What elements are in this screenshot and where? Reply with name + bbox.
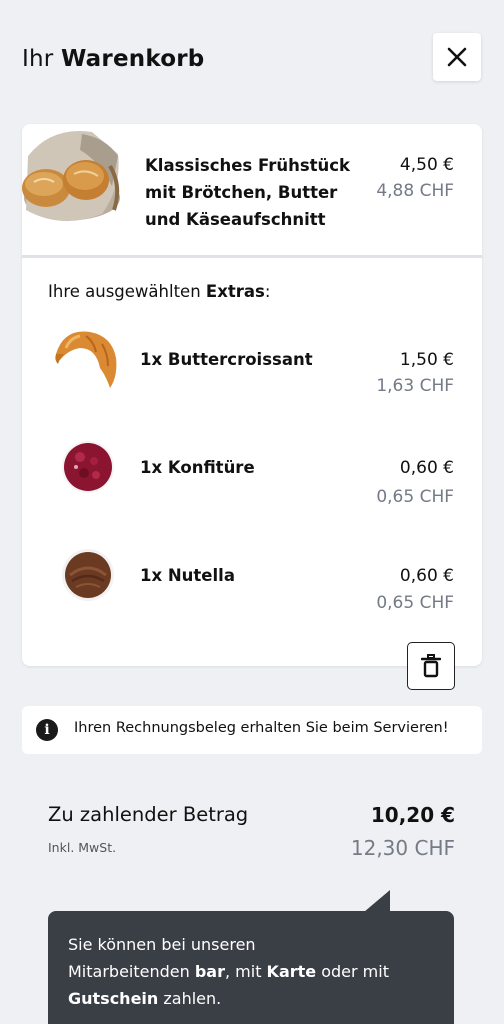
total-amount-chf: 12,30 CHF — [350, 836, 455, 860]
tooltip-line2: Mitarbeitenden bar, mit Karte oder mit — [68, 958, 434, 985]
extras-heading-prefix: Ihre ausgewählten — [48, 282, 201, 301]
extra-item-price-chf: 1,63 CHF — [376, 376, 454, 396]
extra-item-name: 1x Konfitüre — [140, 458, 255, 477]
cart-card: Klassisches Frühstück mit Brötchen, Butt… — [22, 124, 482, 666]
extras-heading-bold: Extras — [205, 282, 265, 301]
cart-main-item: Klassisches Frühstück mit Brötchen, Butt… — [22, 124, 482, 258]
extra-item-nutella: 1x Nutella 0,60 € 0,65 CHF — [22, 535, 482, 625]
extras-heading: Ihre ausgewählten Extras: — [48, 282, 270, 301]
title-main: Warenkorb — [60, 46, 205, 72]
main-item-name-line2: mit Brötchen, Butter — [145, 183, 338, 202]
croissant-image — [55, 331, 117, 388]
tooltip-bold-card: Karte — [266, 962, 317, 981]
extra-item-price-eur: 1,50 € — [399, 350, 454, 370]
extra-item-price-eur: 0,60 € — [399, 458, 454, 478]
total-label: Zu zahlender Betrag — [48, 803, 249, 826]
bread-basket-image — [22, 131, 120, 222]
tooltip-text: , mit — [224, 962, 267, 981]
trash-icon — [421, 654, 441, 678]
tooltip-line1: Sie können bei unseren — [68, 935, 256, 954]
extra-item-croissant: 1x Buttercroissant 1,50 € 1,63 CHF — [22, 320, 482, 410]
title-prefix: Ihr — [22, 46, 54, 72]
delete-button[interactable] — [407, 642, 455, 690]
main-item-name-line1: Klassisches Frühstück — [145, 156, 351, 175]
receipt-info-bar: i Ihren Rechnungsbeleg erhalten Sie beim… — [22, 706, 482, 754]
tooltip-text: Mitarbeitenden — [68, 962, 195, 981]
main-item-price-eur: 4,50 € — [399, 155, 454, 175]
extra-item-price-chf: 0,65 CHF — [376, 487, 454, 507]
tooltip-bold-voucher: Gutschein — [68, 989, 159, 1008]
total-amount-eur: 10,20 € — [370, 803, 455, 827]
extra-item-price-chf: 0,65 CHF — [376, 593, 454, 613]
page-title: Ihr Warenkorb — [22, 46, 204, 72]
extra-item-price-eur: 0,60 € — [399, 566, 454, 586]
main-item-price-chf: 4,88 CHF — [376, 181, 454, 201]
total-vat-note: Inkl. MwSt. — [48, 840, 117, 855]
extra-item-name: 1x Nutella — [140, 566, 235, 585]
tooltip-line3: Gutschein zahlen. — [68, 985, 434, 1012]
jam-image — [62, 441, 114, 493]
tooltip-text: oder mit — [316, 962, 389, 981]
extras-heading-suffix: : — [264, 282, 271, 301]
nutella-image — [62, 549, 114, 601]
info-icon: i — [36, 719, 58, 741]
receipt-info-text: Ihren Rechnungsbeleg erhalten Sie beim S… — [74, 720, 449, 736]
tooltip-bold-cash: bar — [194, 962, 225, 981]
main-item-name: Klassisches Frühstück mit Brötchen, Butt… — [145, 152, 365, 233]
extra-item-name: 1x Buttercroissant — [140, 350, 313, 369]
payment-tooltip: Sie können bei unseren Mitarbeitenden ba… — [48, 911, 454, 1024]
tooltip-arrow — [364, 890, 390, 912]
main-item-name-line3: und Käseaufschnitt — [145, 210, 326, 229]
close-icon — [447, 47, 467, 67]
tooltip-text: zahlen. — [158, 989, 222, 1008]
close-button[interactable] — [433, 33, 481, 81]
extra-item-jam: 1x Konfitüre 0,60 € 0,65 CHF — [22, 427, 482, 517]
header: Ihr Warenkorb — [0, 0, 504, 124]
